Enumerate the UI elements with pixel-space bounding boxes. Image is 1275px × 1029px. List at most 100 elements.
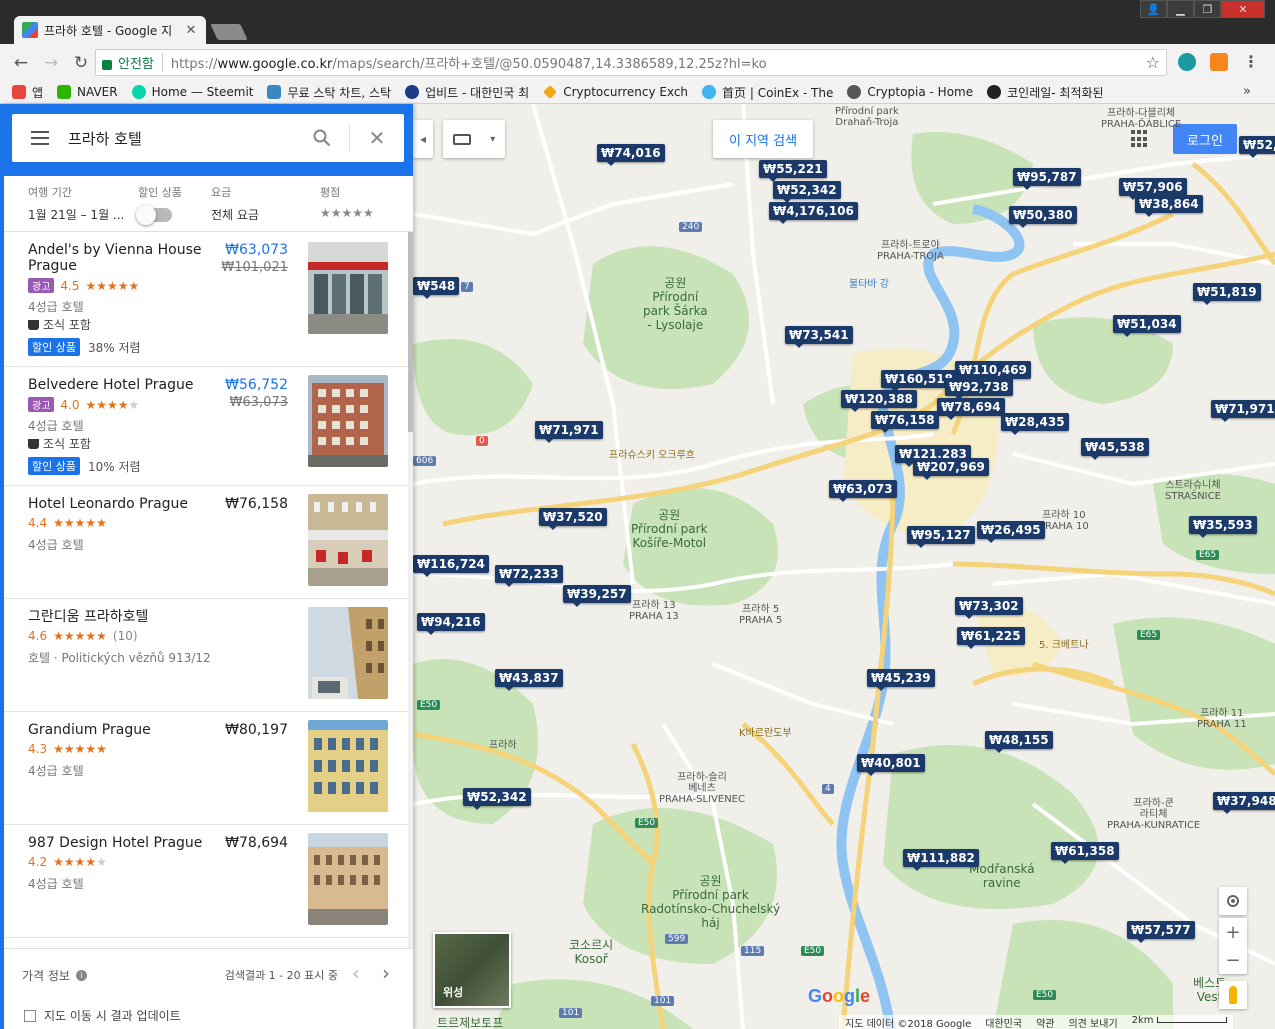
hotel-price-pin[interactable]: ₩73,541 bbox=[785, 326, 853, 348]
next-page-icon[interactable]: › bbox=[382, 961, 390, 985]
hotel-price-pin[interactable]: ₩78,694 bbox=[937, 398, 1005, 420]
hotel-name[interactable]: Grandium Prague bbox=[28, 722, 206, 738]
bookmarks-more-icon[interactable]: » bbox=[1243, 84, 1251, 99]
prev-page-icon[interactable]: ‹ bbox=[352, 961, 360, 985]
hotel-name[interactable]: Andel's by Vienna House Prague bbox=[28, 242, 206, 274]
hotel-price-pin[interactable]: ₩95,127 bbox=[907, 526, 975, 548]
price-filter[interactable]: 요금 전체 요금 bbox=[211, 184, 259, 223]
minimize-icon[interactable]: ▁ bbox=[1167, 0, 1194, 18]
bookmark-apps[interactable]: 앱 bbox=[12, 84, 43, 101]
hotel-photo[interactable] bbox=[308, 607, 388, 699]
hotel-result[interactable]: 그란디움 프라하호텔 4.6 ★★★★★ (10) 호텔 · Politický… bbox=[4, 599, 408, 712]
bookmark-star-icon[interactable]: ☆ bbox=[1146, 53, 1160, 72]
hotel-name[interactable]: 그란디움 프라하호텔 bbox=[28, 609, 206, 625]
hotel-price-pin[interactable]: ₩95,787 bbox=[1013, 168, 1081, 190]
hotel-name[interactable]: Belvedere Hotel Prague bbox=[28, 377, 206, 393]
browser-tab[interactable]: 프라하 호텔 - Google 지 ✕ bbox=[14, 16, 206, 44]
back-arrow-icon[interactable]: ← bbox=[6, 48, 36, 78]
hotel-price-pin[interactable]: ₩207,969 bbox=[913, 458, 989, 480]
hotel-price-pin[interactable]: ₩116,724 bbox=[413, 555, 489, 577]
hotel-price-pin[interactable]: ₩39,257 bbox=[563, 585, 631, 607]
collapse-panel-icon[interactable]: ◂ bbox=[413, 120, 433, 158]
zoom-out-icon[interactable]: − bbox=[1219, 946, 1247, 974]
hotel-name[interactable]: Hotel Leonardo Prague bbox=[28, 496, 206, 512]
bookmark-stock-chart[interactable]: 무료 스탁 차트, 스탁 bbox=[267, 84, 391, 101]
search-icon[interactable] bbox=[295, 123, 349, 153]
hotel-price-pin[interactable]: ₩28,435 bbox=[1001, 413, 1069, 435]
hotel-price-pin[interactable]: ₩38,864 bbox=[1135, 195, 1203, 217]
rating-filter[interactable]: 평점 ★★★★★ bbox=[320, 184, 374, 220]
my-location-icon[interactable] bbox=[1219, 887, 1247, 915]
tab-close-icon[interactable]: ✕ bbox=[184, 23, 198, 38]
hotel-photo[interactable] bbox=[308, 720, 388, 812]
zoom-in-icon[interactable]: + bbox=[1219, 918, 1247, 946]
hotel-price-pin[interactable]: ₩35,593 bbox=[1189, 516, 1257, 538]
hotel-price-pin[interactable]: ₩73,302 bbox=[955, 597, 1023, 619]
bookmark-upbit[interactable]: 업비트 - 대한민국 최 bbox=[405, 84, 529, 101]
bookmark-coinrail[interactable]: 코인레일- 최적화된 bbox=[987, 84, 1104, 101]
hotel-price-pin[interactable]: ₩61,225 bbox=[957, 627, 1025, 649]
hotel-price-pin[interactable]: ₩110,469 bbox=[955, 361, 1031, 383]
hotel-price-pin[interactable]: ₩52,342 bbox=[463, 788, 531, 810]
input-tools-button[interactable]: ▾ bbox=[443, 120, 505, 158]
pegman-icon[interactable] bbox=[1219, 981, 1247, 1009]
update-on-move-option[interactable]: 지도 이동 시 결과 업데이트 bbox=[24, 1007, 181, 1024]
close-window-icon[interactable]: ✕ bbox=[1221, 0, 1265, 18]
user-icon[interactable]: 👤 bbox=[1140, 0, 1167, 18]
url-text[interactable]: https://www.google.co.kr/maps/search/프라하… bbox=[171, 53, 1146, 72]
hotel-price-pin[interactable]: ₩71,971 bbox=[1211, 400, 1275, 422]
hotel-price-pin[interactable]: ₩50,380 bbox=[1009, 206, 1077, 228]
search-input[interactable]: 프라하 호텔 bbox=[68, 128, 295, 149]
hotel-price-pin[interactable]: ₩76,158 bbox=[871, 411, 939, 433]
maximize-icon[interactable]: ❐ bbox=[1194, 0, 1221, 18]
hotel-result[interactable]: Belvedere Hotel Prague ₩56,752 ₩63,073 광… bbox=[4, 367, 408, 486]
forward-arrow-icon[interactable]: → bbox=[36, 48, 66, 78]
metamask-icon[interactable] bbox=[1210, 53, 1228, 71]
menu-hamburger-icon[interactable] bbox=[12, 131, 68, 145]
hotel-price-pin[interactable]: ₩37,948 bbox=[1213, 792, 1275, 814]
hotel-price-pin[interactable]: ₩92,738 bbox=[945, 378, 1013, 400]
satellite-toggle[interactable]: 위성 bbox=[433, 932, 511, 1008]
extension-icon[interactable] bbox=[1178, 53, 1196, 71]
map-canvas[interactable]: ◂ ▾ 이 지역 검색 로그인 Přírodní park Drahaň-Troj… bbox=[413, 104, 1275, 1029]
hotel-photo[interactable] bbox=[308, 494, 388, 586]
hotel-price-pin[interactable]: ₩51,819 bbox=[1193, 283, 1261, 305]
hotel-price-pin[interactable]: ₩111,882 bbox=[903, 849, 979, 871]
bookmark-cryptocurrency[interactable]: Cryptocurrency Exch bbox=[543, 85, 688, 99]
deals-toggle[interactable] bbox=[136, 205, 172, 225]
hotel-price-pin[interactable]: ₩120,388 bbox=[841, 390, 917, 412]
hotel-price-pin[interactable]: ₩43,837 bbox=[495, 669, 563, 691]
hotel-price-pin[interactable]: ₩55,221 bbox=[759, 160, 827, 182]
hotel-price-pin[interactable]: ₩45,538 bbox=[1081, 438, 1149, 460]
bookmark-cryptopia[interactable]: Cryptopia - Home bbox=[847, 85, 973, 99]
hotel-photo[interactable] bbox=[308, 833, 388, 925]
search-this-area-button[interactable]: 이 지역 검색 bbox=[713, 120, 814, 158]
hotel-price-pin[interactable]: ₩71,971 bbox=[535, 421, 603, 443]
hotel-price-pin[interactable]: ₩37,520 bbox=[539, 508, 607, 530]
bookmark-coinex[interactable]: 首页 | CoinEx - The bbox=[702, 84, 833, 101]
hotel-photo[interactable] bbox=[308, 242, 388, 334]
hotel-name[interactable]: 987 Design Hotel Prague bbox=[28, 835, 206, 851]
info-icon[interactable]: i bbox=[75, 970, 87, 981]
hotel-price-pin[interactable]: ₩40,801 bbox=[857, 754, 925, 776]
update-on-move-checkbox[interactable] bbox=[24, 1009, 36, 1022]
new-tab-button[interactable] bbox=[210, 24, 248, 40]
hotel-price-pin[interactable]: ₩4,176,106 bbox=[769, 202, 858, 224]
dates-filter[interactable]: 여행 기간 1월 21일 – 1월 ... bbox=[28, 184, 124, 223]
hotel-result[interactable]: Andel's by Vienna House Prague ₩63,073 ₩… bbox=[4, 232, 408, 367]
results-scrollbar[interactable] bbox=[408, 232, 413, 948]
google-apps-icon[interactable] bbox=[1131, 130, 1149, 148]
hotel-result[interactable]: Grandium Prague ₩80,197 4.3 ★★★★★ 4성급 호텔 bbox=[4, 712, 408, 825]
login-button[interactable]: 로그인 bbox=[1173, 124, 1237, 154]
hotel-price-pin[interactable]: ₩94,216 bbox=[417, 613, 485, 635]
price-info-link[interactable]: 가격 정보 i bbox=[22, 967, 87, 984]
hotel-price-pin[interactable]: ₩72,233 bbox=[495, 565, 563, 587]
reload-icon[interactable]: ↻ bbox=[66, 48, 96, 78]
hotel-price-pin[interactable]: ₩26,495 bbox=[977, 521, 1045, 543]
clear-search-icon[interactable]: ✕ bbox=[350, 123, 404, 153]
hotel-price-pin[interactable]: ₩61,358 bbox=[1051, 842, 1119, 864]
hotel-price-pin[interactable]: ₩52,342 bbox=[773, 181, 841, 203]
hotel-price-pin[interactable]: ₩548 bbox=[413, 277, 460, 299]
address-bar[interactable]: 안전함 https://www.google.co.kr/maps/search… bbox=[95, 49, 1167, 76]
hotel-price-pin[interactable]: ₩51,034 bbox=[1113, 315, 1181, 337]
